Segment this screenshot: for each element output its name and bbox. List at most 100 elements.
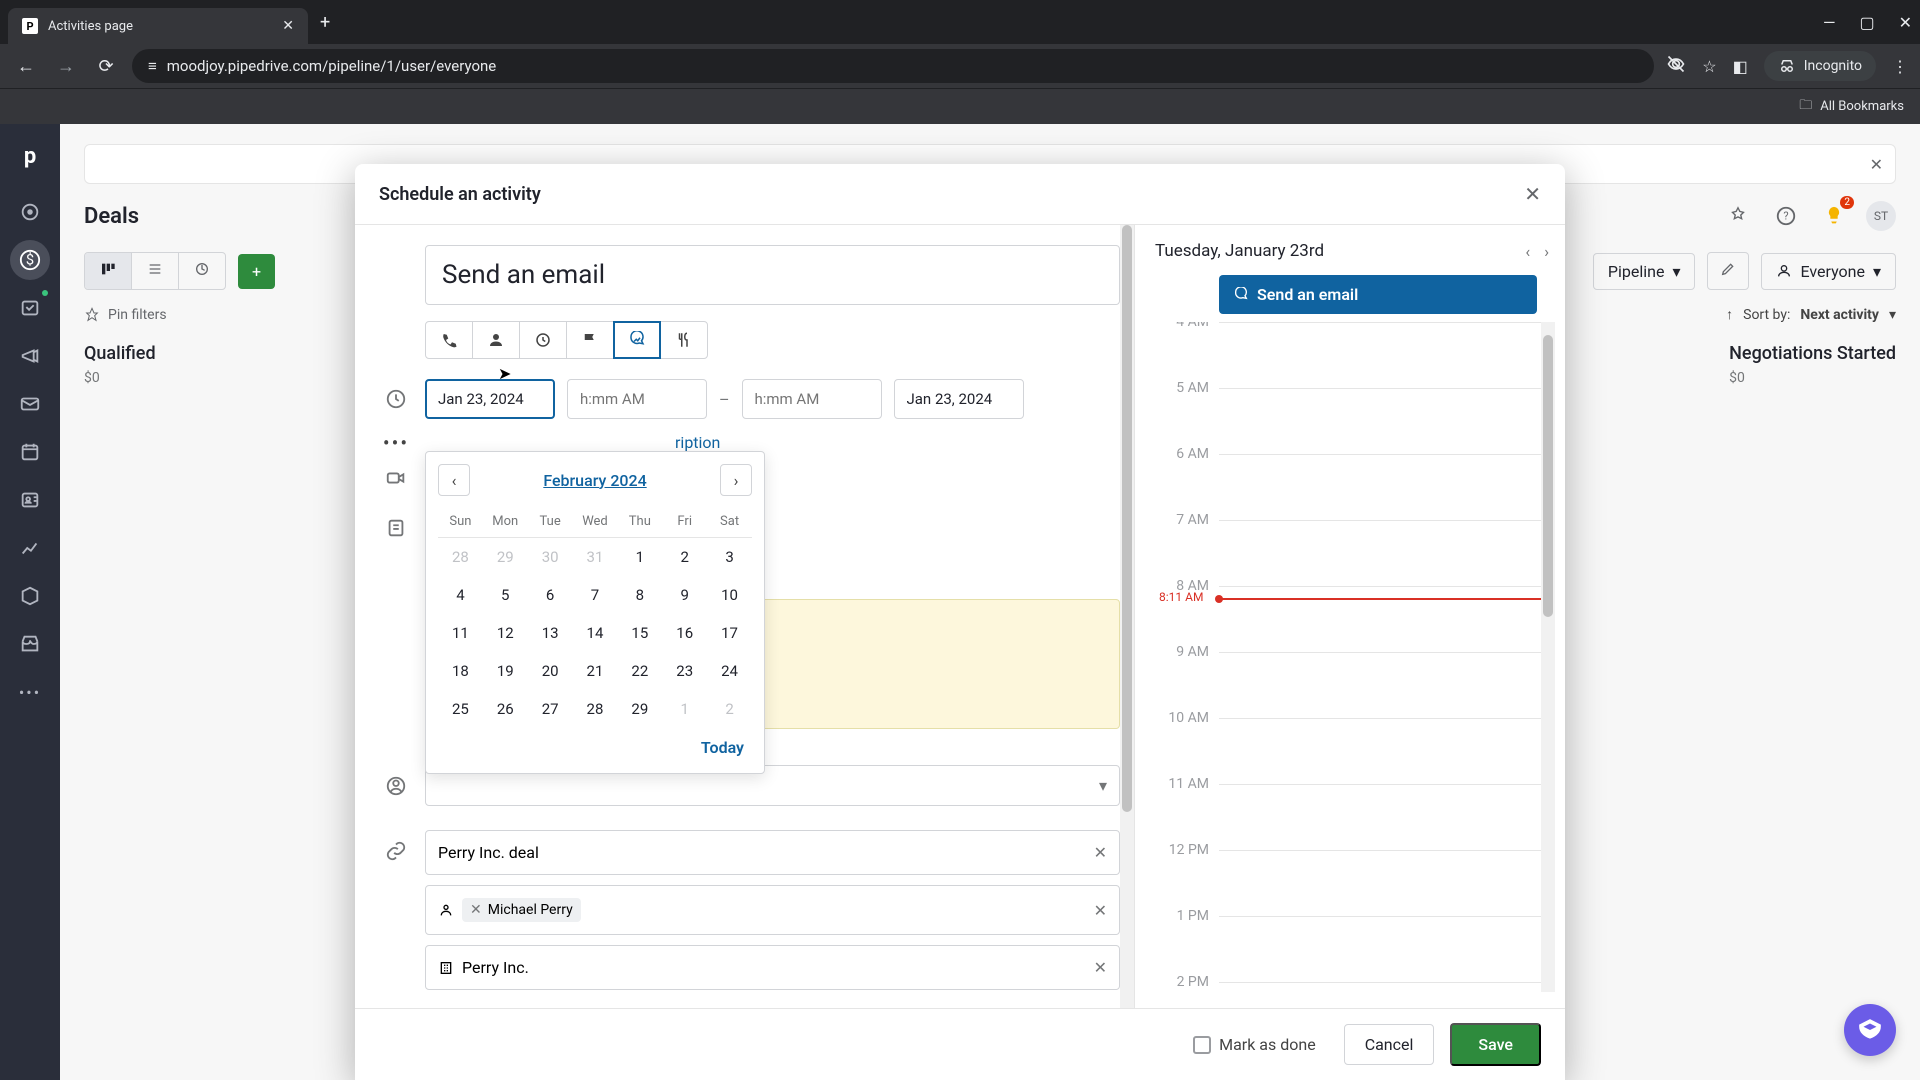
add-description-link[interactable]: ription	[675, 433, 720, 452]
address-bar[interactable]: ≡ moodjoy.pipedrive.com/pipeline/1/user/…	[132, 49, 1654, 83]
calendar-day[interactable]: 16	[662, 614, 707, 652]
calendar-day[interactable]: 26	[483, 690, 528, 728]
calendar-day[interactable]: 23	[662, 652, 707, 690]
calendar-day[interactable]: 2	[662, 538, 707, 576]
hour-row[interactable]: 8 AM	[1155, 586, 1541, 652]
clear-deal-icon[interactable]: ✕	[1094, 843, 1107, 862]
calendar-day[interactable]: 20	[528, 652, 573, 690]
calendar-day[interactable]: 17	[707, 614, 752, 652]
linked-person-input[interactable]: ✕Michael Perry ✕	[425, 885, 1120, 935]
prev-month-button[interactable]: ‹	[438, 464, 470, 496]
hour-row[interactable]: 7 AM	[1155, 520, 1541, 586]
more-options-icon[interactable]: •••	[379, 431, 413, 455]
calendar-day[interactable]: 1	[617, 538, 662, 576]
timeline-scrollbar[interactable]	[1541, 322, 1555, 992]
tab-close-icon[interactable]: ✕	[282, 18, 294, 34]
maximize-icon[interactable]: ▢	[1859, 13, 1874, 32]
linked-org-input[interactable]: Perry Inc. ✕	[425, 945, 1120, 990]
weekday-label: Sun	[438, 506, 483, 538]
today-button[interactable]: Today	[438, 728, 752, 761]
next-month-button[interactable]: ›	[720, 464, 752, 496]
type-email-icon[interactable]	[613, 321, 661, 359]
hour-row[interactable]: 10 AM	[1155, 718, 1541, 784]
calendar-day[interactable]: 21	[573, 652, 618, 690]
incognito-eye-icon[interactable]	[1666, 54, 1686, 78]
all-bookmarks-button[interactable]: 🗀 All Bookmarks	[1799, 96, 1904, 118]
calendar-day[interactable]: 28	[573, 690, 618, 728]
calendar-day[interactable]: 9	[662, 576, 707, 614]
calendar-day[interactable]: 1	[662, 690, 707, 728]
hour-row[interactable]: 11 AM	[1155, 784, 1541, 850]
calendar-day[interactable]: 6	[528, 576, 573, 614]
type-meeting-icon[interactable]	[472, 321, 520, 359]
start-time-input[interactable]	[567, 379, 707, 419]
type-call-icon[interactable]	[425, 321, 473, 359]
calendar-day[interactable]: 30	[528, 538, 573, 576]
calendar-day[interactable]: 27	[528, 690, 573, 728]
calendar-day[interactable]: 31	[573, 538, 618, 576]
linked-deal-input[interactable]: Perry Inc. deal ✕	[425, 830, 1120, 875]
browser-tab[interactable]: P Activities page ✕	[8, 8, 308, 44]
person-chip[interactable]: ✕Michael Perry	[462, 898, 581, 922]
activity-name-input[interactable]	[425, 245, 1120, 305]
calendar-day[interactable]: 28	[438, 538, 483, 576]
hour-row[interactable]: 9 AM	[1155, 652, 1541, 718]
calendar-day[interactable]: 15	[617, 614, 662, 652]
type-lunch-icon[interactable]	[660, 321, 708, 359]
calendar-day[interactable]: 13	[528, 614, 573, 652]
incognito-badge[interactable]: Incognito	[1764, 51, 1876, 81]
month-year-label[interactable]: February 2024	[543, 471, 646, 490]
type-deadline-icon[interactable]	[566, 321, 614, 359]
chip-remove-icon[interactable]: ✕	[470, 902, 482, 918]
calendar-day[interactable]: 19	[483, 652, 528, 690]
calendar-day[interactable]: 22	[617, 652, 662, 690]
modal-close-button[interactable]: ✕	[1524, 182, 1541, 206]
calendar-day[interactable]: 7	[573, 576, 618, 614]
calendar-day[interactable]: 5	[483, 576, 528, 614]
calendar-day[interactable]: 11	[438, 614, 483, 652]
type-task-icon[interactable]	[519, 321, 567, 359]
hour-row[interactable]: 6 AM	[1155, 454, 1541, 520]
new-tab-button[interactable]: +	[320, 12, 330, 33]
calendar-day[interactable]: 18	[438, 652, 483, 690]
calendar-day[interactable]: 29	[617, 690, 662, 728]
save-button[interactable]: Save	[1450, 1023, 1541, 1066]
end-time-input[interactable]	[742, 379, 882, 419]
back-button[interactable]: ←	[12, 56, 40, 77]
calendar-day[interactable]: 24	[707, 652, 752, 690]
sidepanel-icon[interactable]: ◧	[1733, 57, 1748, 76]
clear-person-icon[interactable]: ✕	[1094, 901, 1107, 920]
clear-org-icon[interactable]: ✕	[1094, 958, 1107, 977]
calendar-day[interactable]: 29	[483, 538, 528, 576]
close-window-icon[interactable]: ✕	[1899, 13, 1912, 32]
hour-row[interactable]: 5 AM	[1155, 388, 1541, 454]
form-scrollbar[interactable]	[1120, 225, 1134, 1008]
calendar-day[interactable]: 8	[617, 576, 662, 614]
timeline[interactable]: 4 AM5 AM6 AM7 AM8 AM9 AM10 AM11 AM12 PM1…	[1155, 322, 1555, 992]
site-info-icon[interactable]: ≡	[148, 57, 157, 75]
prev-day-button[interactable]: ‹	[1525, 242, 1530, 261]
mark-as-done-checkbox[interactable]: Mark as done	[1193, 1035, 1316, 1054]
end-date-input[interactable]	[894, 379, 1024, 419]
bookmark-star-icon[interactable]: ☆	[1702, 57, 1716, 76]
hour-row[interactable]: 12 PM	[1155, 850, 1541, 916]
hour-row[interactable]: 1 PM	[1155, 916, 1541, 982]
calendar-day[interactable]: 10	[707, 576, 752, 614]
calendar-day[interactable]: 25	[438, 690, 483, 728]
reload-button[interactable]: ⟳	[92, 56, 120, 77]
minimize-icon[interactable]: —	[1823, 13, 1836, 32]
hour-row[interactable]: 2 PM	[1155, 982, 1541, 992]
cancel-button[interactable]: Cancel	[1344, 1024, 1435, 1065]
calendar-day[interactable]: 14	[573, 614, 618, 652]
start-date-input[interactable]	[425, 379, 555, 419]
calendar-day[interactable]: 3	[707, 538, 752, 576]
calendar-day[interactable]: 4	[438, 576, 483, 614]
next-day-button[interactable]: ›	[1544, 242, 1549, 261]
help-fab[interactable]	[1844, 1004, 1896, 1056]
all-day-event[interactable]: Send an email	[1219, 275, 1537, 314]
calendar-day[interactable]: 2	[707, 690, 752, 728]
hour-row[interactable]: 4 AM	[1155, 322, 1541, 388]
calendar-day[interactable]: 12	[483, 614, 528, 652]
browser-menu-icon[interactable]: ⋮	[1892, 57, 1908, 76]
checkbox-icon[interactable]	[1193, 1036, 1211, 1054]
